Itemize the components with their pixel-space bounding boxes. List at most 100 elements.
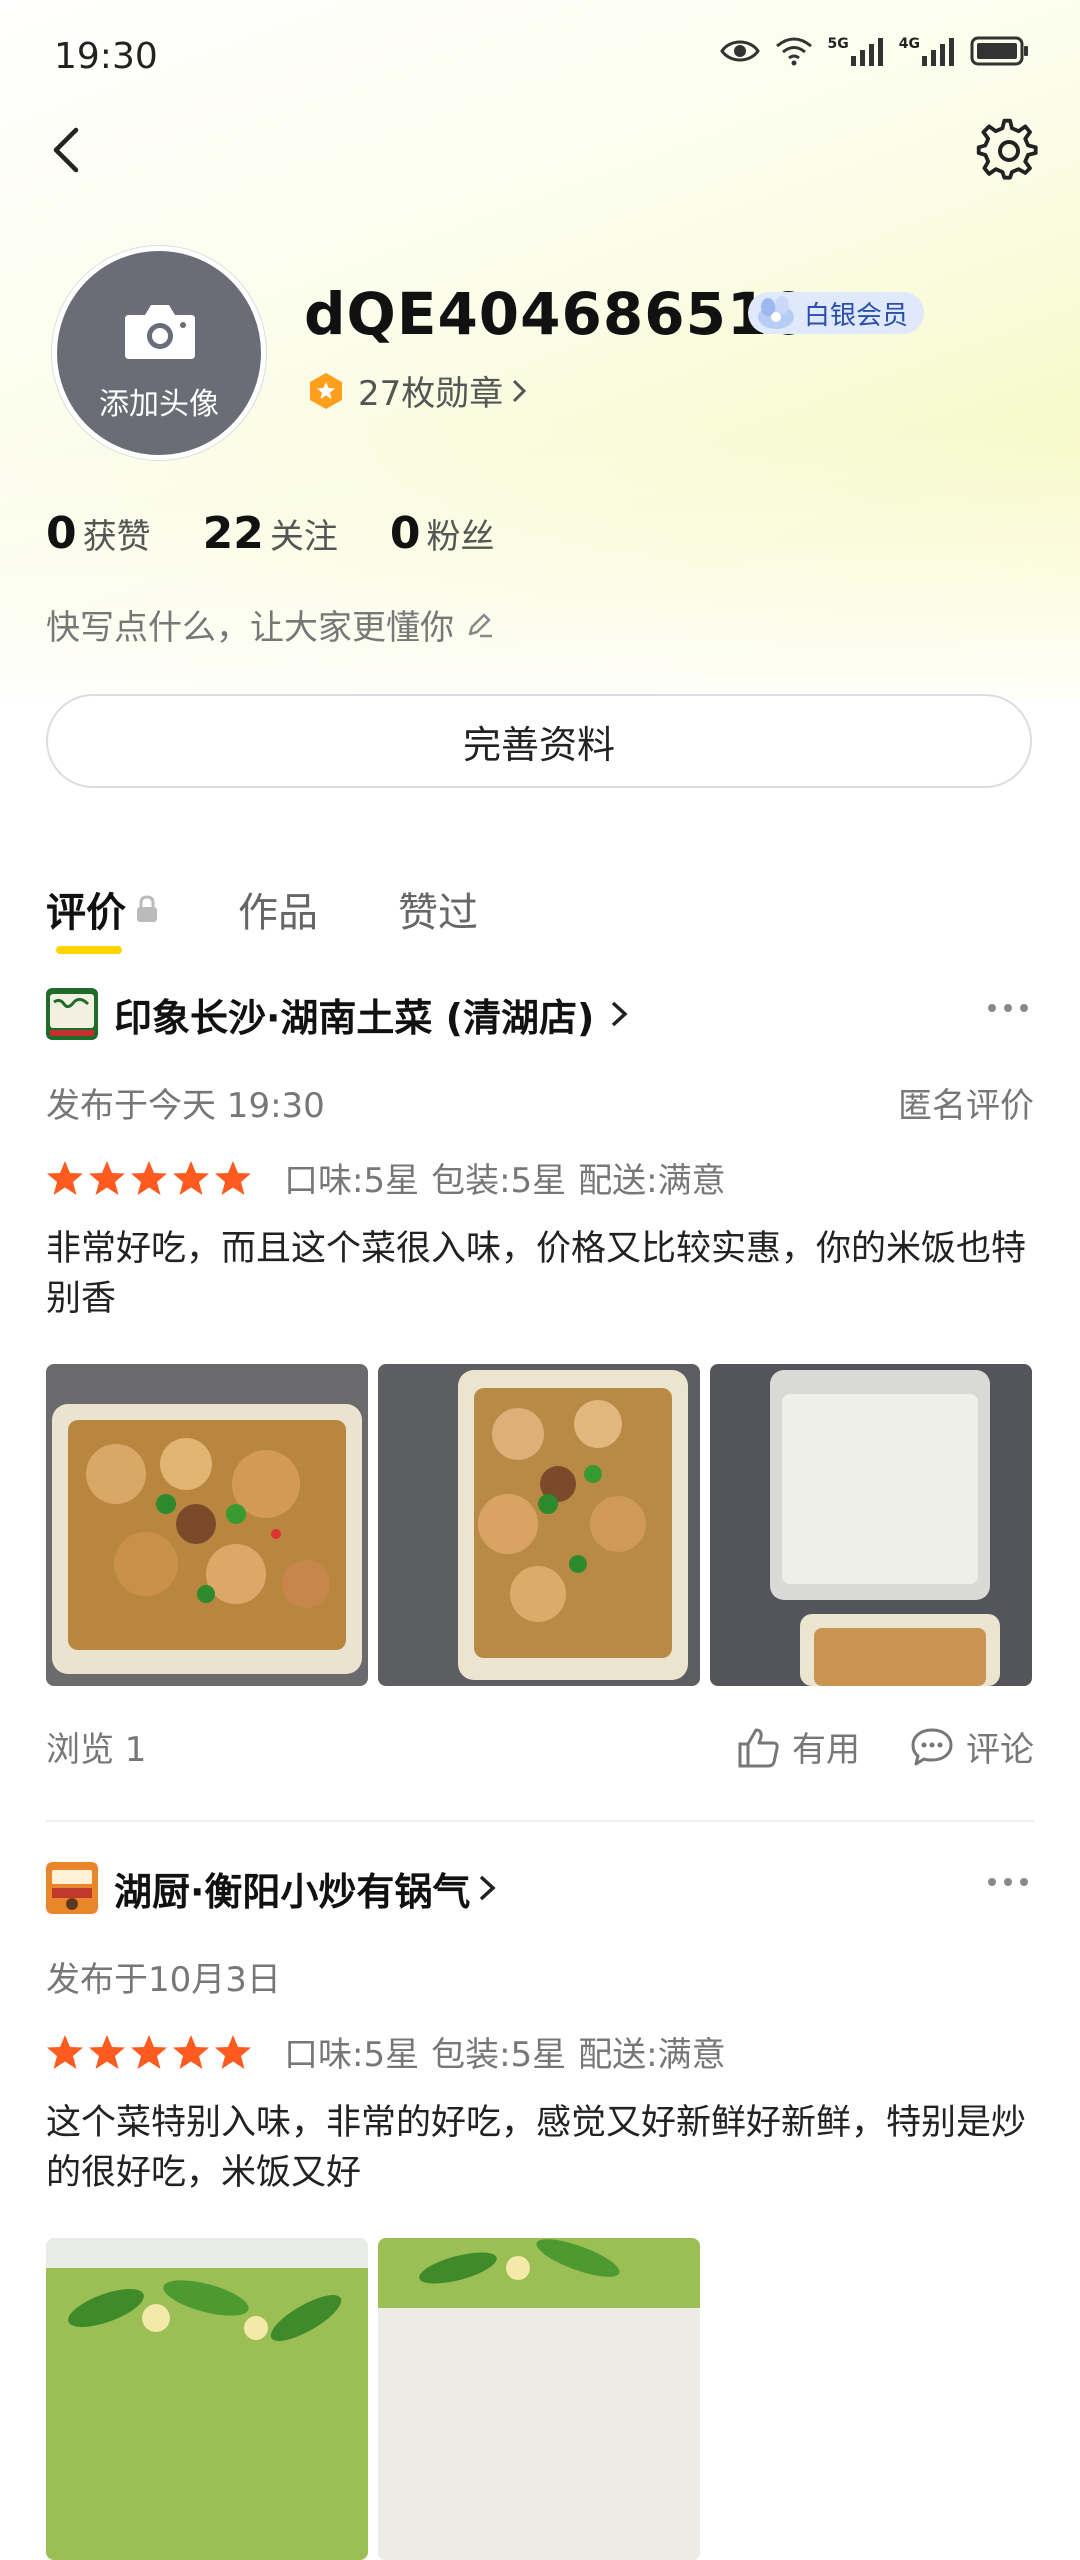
star-icon xyxy=(47,2034,83,2069)
review-date: 发布于今天 19:30 xyxy=(46,1086,325,1126)
chevron-right-icon xyxy=(480,1875,497,1901)
tab-works[interactable]: 作品 xyxy=(238,880,318,938)
shop-logo-icon xyxy=(46,988,98,1040)
edit-pencil-icon xyxy=(468,613,492,637)
review-photos xyxy=(46,1364,1034,1686)
review-footer: 浏览 1 有用 评论 xyxy=(46,1722,1034,1771)
review-photo[interactable] xyxy=(46,1364,368,1686)
review-photo[interactable] xyxy=(378,2238,700,2560)
lock-icon xyxy=(137,895,157,922)
star-icon xyxy=(215,1160,251,1195)
review-meta: 发布于今天 19:30 匿名评价 xyxy=(46,1078,1034,1127)
stat-following[interactable]: 22 关注 xyxy=(203,508,338,559)
star-rating xyxy=(46,2034,256,2070)
review-photos xyxy=(46,2238,1034,2560)
rating-taste: 口味:5星 xyxy=(284,1161,420,1201)
bio-placeholder: 快写点什么，让大家更懂你 xyxy=(46,608,454,648)
rating-taste: 口味:5星 xyxy=(284,2035,420,2075)
stat-following-num: 22 xyxy=(202,508,264,559)
bio-edit[interactable]: 快写点什么，让大家更懂你 xyxy=(46,600,494,649)
battery-icon xyxy=(970,36,1028,66)
member-level-icon xyxy=(758,296,794,329)
useful-label: 有用 xyxy=(792,1730,860,1770)
anonymous-label: 匿名评价 xyxy=(898,1086,1034,1126)
view-count: 浏览 1 xyxy=(46,1730,147,1770)
review-divider xyxy=(46,1820,1034,1822)
tab-reviews-label: 评价 xyxy=(46,890,126,936)
comment-icon xyxy=(911,1728,953,1765)
settings-gear-icon[interactable] xyxy=(976,118,1042,184)
star-icon xyxy=(215,2034,251,2069)
review-date: 发布于10月3日 xyxy=(46,1960,281,2000)
avatar-add-button[interactable]: 添加头像 xyxy=(52,246,266,460)
review-text: 这个菜特别入味，非常的好吃，感觉又好新鲜好新鲜，特别是炒的很好吃，米饭又好 xyxy=(46,2103,1027,2193)
shop-name: 印象长沙·湖南土菜 (清湖店) xyxy=(114,995,595,1040)
review-text: 非常好吃，而且这个菜很入味，价格又比较实惠，你的米饭也特别香 xyxy=(46,1229,1027,1319)
more-options-icon[interactable] xyxy=(986,998,1030,1018)
net-type-1: 5G xyxy=(827,36,849,52)
stat-following-label: 关注 xyxy=(269,517,338,557)
comment-label: 评论 xyxy=(966,1730,1034,1770)
review-photo[interactable] xyxy=(378,1364,700,1686)
star-icon xyxy=(131,2034,167,2069)
shop-link[interactable]: 湖厨·衡阳小炒有锅气 xyxy=(46,1858,1034,1918)
tab-liked[interactable]: 赞过 xyxy=(398,880,478,938)
star-icon xyxy=(47,1160,83,1195)
shop-name: 湖厨·衡阳小炒有锅气 xyxy=(114,1869,471,1914)
stat-fans-num: 0 xyxy=(389,508,421,559)
profile-tabs: 评价 作品 赞过 xyxy=(46,880,558,938)
chevron-right-icon xyxy=(612,1001,628,1027)
wifi-icon xyxy=(775,37,812,66)
tab-works-label: 作品 xyxy=(238,890,318,936)
stat-fans[interactable]: 0 粉丝 xyxy=(390,508,495,559)
complete-profile-button[interactable]: 完善资料 xyxy=(46,694,1032,788)
member-badge[interactable]: 白银会员 xyxy=(748,292,925,334)
stat-likes[interactable]: 0 获赞 xyxy=(46,508,151,559)
medals-count: 27枚勋章 xyxy=(358,374,504,414)
shop-logo-icon xyxy=(46,1862,98,1914)
camera-icon xyxy=(125,305,195,359)
profile-stats: 0 获赞 22 关注 0 粉丝 xyxy=(46,508,546,559)
status-time: 19:30 xyxy=(54,36,158,77)
stat-likes-num: 0 xyxy=(46,508,77,559)
star-icon xyxy=(173,2034,209,2069)
back-arrow-icon[interactable] xyxy=(40,120,100,180)
star-rating xyxy=(46,1160,256,1196)
rating-delivery: 配送:满意 xyxy=(578,2035,726,2075)
rating-row: 口味:5星 包装:5星 配送:满意 xyxy=(46,2027,1034,2076)
thumbs-up-icon xyxy=(738,1728,779,1767)
header-background-fade xyxy=(0,420,1080,720)
status-icons: 5G 4G xyxy=(719,36,1030,66)
username: dQE404686510 xyxy=(304,280,810,348)
chevron-right-icon xyxy=(513,379,527,402)
status-bar: 19:30 5G 4G xyxy=(0,0,1080,110)
review-meta: 发布于10月3日 xyxy=(46,1952,1034,2001)
review-photo[interactable] xyxy=(46,2238,368,2560)
stat-likes-label: 获赞 xyxy=(82,517,151,557)
star-icon xyxy=(89,1160,125,1195)
review-actions: 有用 评论 xyxy=(686,1722,1034,1771)
shop-link[interactable]: 印象长沙·湖南土菜 (清湖店) xyxy=(46,984,1034,1044)
signal-5g-icon: 5G xyxy=(828,36,885,66)
active-tab-indicator xyxy=(56,946,122,954)
star-icon xyxy=(173,1160,209,1195)
more-options-icon[interactable] xyxy=(986,1872,1030,1892)
rating-packaging: 包装:5星 xyxy=(431,2035,567,2075)
star-icon xyxy=(131,1160,167,1195)
stat-fans-label: 粉丝 xyxy=(426,517,495,557)
star-icon xyxy=(89,2034,125,2069)
medals-link[interactable]: 27枚勋章 xyxy=(306,366,527,415)
review-photo[interactable] xyxy=(710,1364,1032,1686)
tab-liked-label: 赞过 xyxy=(398,890,478,936)
rating-row: 口味:5星 包装:5星 配送:满意 xyxy=(46,1153,1034,1202)
net-type-2: 4G xyxy=(898,36,920,52)
review-card: 印象长沙·湖南土菜 (清湖店) 发布于今天 19:30 匿名评价 口味:5星 包… xyxy=(46,984,1034,1771)
comment-button[interactable]: 评论 xyxy=(910,1722,1034,1771)
rating-delivery: 配送:满意 xyxy=(578,1161,726,1201)
medal-icon xyxy=(310,372,342,409)
member-badge-label: 白银会员 xyxy=(804,300,909,331)
avatar-label: 添加头像 xyxy=(99,387,219,422)
tab-reviews[interactable]: 评价 xyxy=(46,880,158,938)
review-card: 湖厨·衡阳小炒有锅气 发布于10月3日 口味:5星 包装:5星 配送:满意 这个… xyxy=(46,1858,1034,2560)
useful-button[interactable]: 有用 xyxy=(736,1722,860,1771)
